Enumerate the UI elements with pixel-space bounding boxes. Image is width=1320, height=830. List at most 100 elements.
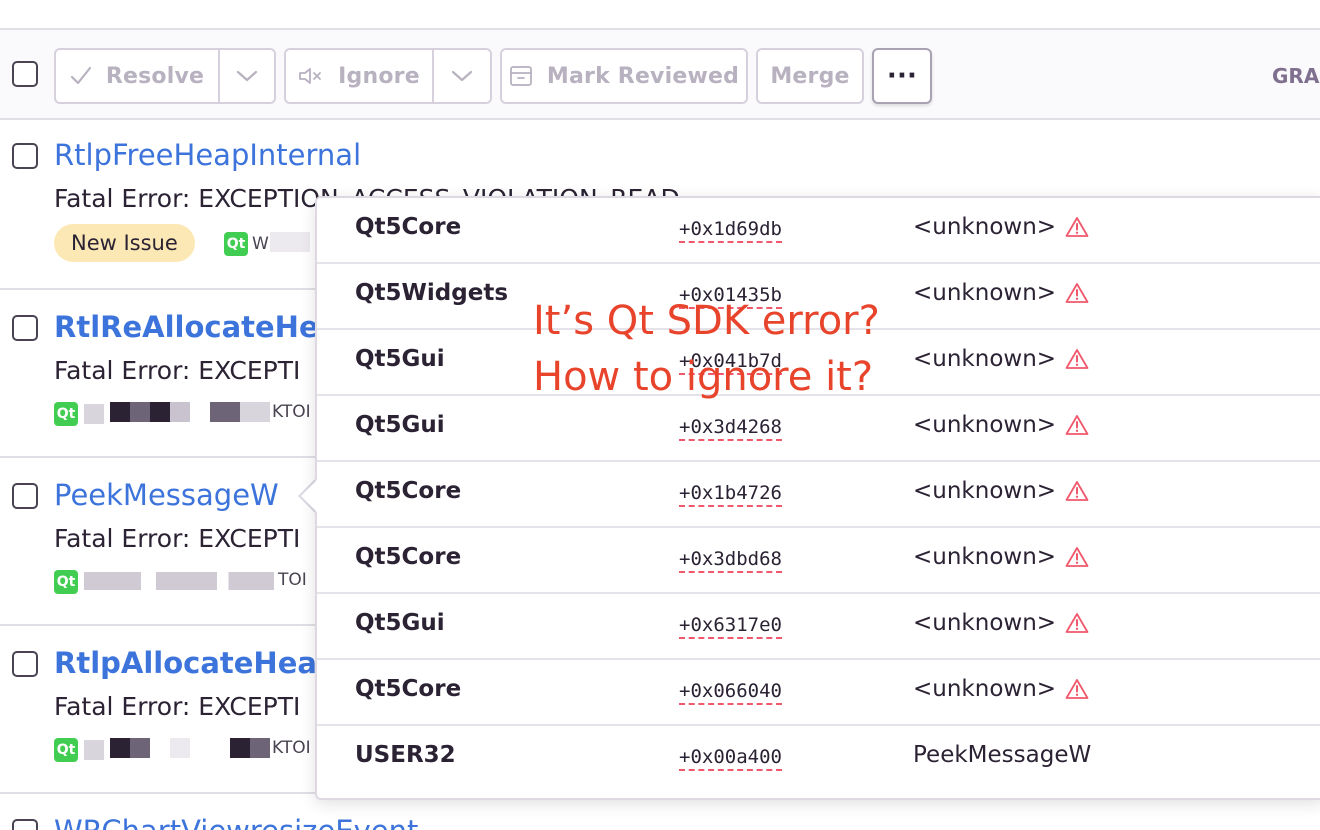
issue-title-link[interactable]: RtlpFreeHeapInternal (54, 138, 361, 172)
chevron-down-icon (236, 64, 258, 89)
stack-frame-row: Qt5Core +0x1d69db <unknown> (317, 198, 1320, 264)
issue-meta: W (252, 234, 269, 254)
warning-triangle-icon (1065, 414, 1089, 436)
frame-function-text: <unknown> (913, 280, 1057, 306)
redacted-block (84, 404, 104, 424)
frame-package: Qt5Gui (355, 346, 445, 372)
issue-title-link[interactable]: RtlpAllocateHeap (54, 646, 338, 680)
frame-address: +0x3d4268 (679, 416, 782, 441)
redacted-block (84, 740, 104, 760)
frame-package: USER32 (355, 742, 456, 768)
qt-platform-icon: Qt (224, 232, 248, 256)
annotation-line-1: It’s Qt SDK error? (533, 298, 880, 344)
warning-triangle-icon (1065, 546, 1089, 568)
warning-triangle-icon (1065, 282, 1089, 304)
redacted-block (110, 402, 190, 422)
merge-label: Merge (770, 63, 850, 89)
stack-frame-row: Qt5Gui +0x3d4268 <unknown> (317, 396, 1320, 462)
stack-frame-row: Qt5Core +0x3dbd68 <unknown> (317, 528, 1320, 594)
frame-function: <unknown> (913, 676, 1089, 702)
issue-title-link[interactable]: WRChartViewresizeEvent (54, 814, 418, 830)
ignore-dropdown-button[interactable] (432, 48, 492, 104)
issue-checkbox[interactable] (12, 483, 38, 509)
merge-button[interactable]: Merge (756, 48, 864, 104)
frame-address: +0x6317e0 (679, 614, 782, 639)
redacted-block (270, 232, 310, 252)
resolve-label: Resolve (105, 63, 205, 89)
stack-frame-row: USER32 +0x00a400 PeekMessageW (317, 726, 1320, 792)
popover-arrow-fill (301, 480, 317, 512)
frame-function-text: <unknown> (913, 214, 1057, 240)
inbox-icon (509, 65, 533, 87)
frame-address: +0x066040 (679, 680, 782, 705)
redacted-block (170, 738, 190, 758)
bulk-actions-toolbar: Resolve Ignore Mark Reviewed Merge ··· G… (0, 28, 1320, 120)
warning-triangle-icon (1065, 480, 1089, 502)
issue-checkbox[interactable] (12, 819, 38, 830)
frame-package: Qt5Widgets (355, 280, 509, 306)
issue-meta: KTOI (272, 402, 311, 422)
ellipsis-icon: ··· (886, 61, 918, 91)
checkmark-icon (70, 66, 92, 86)
graph-column-header: GRA (1272, 64, 1320, 88)
more-actions-button[interactable]: ··· (872, 48, 932, 104)
frame-function: <unknown> (913, 214, 1089, 240)
resolve-dropdown-button[interactable] (218, 48, 276, 104)
warning-triangle-icon (1065, 612, 1089, 634)
mark-reviewed-label: Mark Reviewed (546, 63, 740, 89)
redacted-block (210, 402, 270, 422)
frame-function: <unknown> (913, 544, 1089, 570)
qt-platform-icon: Qt (54, 402, 78, 426)
frame-address: +0x3dbd68 (679, 548, 782, 573)
mute-icon (298, 66, 324, 86)
select-all-checkbox[interactable] (12, 61, 38, 87)
redacted-block (110, 738, 150, 758)
frame-address: +0x1d69db (679, 218, 782, 243)
frame-function-text: <unknown> (913, 544, 1057, 570)
qt-platform-icon: Qt (54, 570, 78, 594)
issue-title-link[interactable]: RtlReAllocateHea (54, 310, 338, 344)
frame-function-text: <unknown> (913, 676, 1057, 702)
issue-subtitle: Fatal Error: EXCEPTI (54, 692, 301, 721)
ignore-button[interactable]: Ignore (284, 48, 434, 104)
issue-meta: KTOI (272, 738, 311, 758)
issue-checkbox[interactable] (12, 651, 38, 677)
frame-address: +0x1b4726 (679, 482, 782, 507)
frame-function: <unknown> (913, 346, 1089, 372)
frame-function: <unknown> (913, 610, 1089, 636)
frame-function: <unknown> (913, 280, 1089, 306)
frame-function-text: <unknown> (913, 610, 1057, 636)
issue-meta: TOI (278, 570, 307, 590)
frame-package: Qt5Gui (355, 610, 445, 636)
frame-package: Qt5Core (355, 478, 462, 504)
warning-triangle-icon (1065, 678, 1089, 700)
frame-package: Qt5Core (355, 544, 462, 570)
issue-subtitle: Fatal Error: EXCEPTI (54, 524, 301, 553)
stack-frame-row: Qt5Gui +0x6317e0 <unknown> (317, 594, 1320, 660)
redacted-block (84, 572, 274, 590)
issue-subtitle: Fatal Error: EXCEPTI (54, 356, 301, 385)
frame-function-text: <unknown> (913, 346, 1057, 372)
issue-checkbox[interactable] (12, 315, 38, 341)
frame-package: Qt5Core (355, 676, 462, 702)
stack-frame-row: Qt5Core +0x1b4726 <unknown> (317, 462, 1320, 528)
warning-triangle-icon (1065, 348, 1089, 370)
frame-function: <unknown> (913, 412, 1089, 438)
stack-frame-row: Qt5Core +0x066040 <unknown> (317, 660, 1320, 726)
warning-triangle-icon (1065, 216, 1089, 238)
frame-function-text: <unknown> (913, 412, 1057, 438)
frame-package: Qt5Gui (355, 412, 445, 438)
frame-function: PeekMessageW (913, 742, 1091, 768)
frame-function-text: <unknown> (913, 478, 1057, 504)
qt-platform-icon: Qt (54, 738, 78, 762)
annotation-line-2: How to ignore it? (533, 354, 874, 400)
resolve-button[interactable]: Resolve (54, 48, 220, 104)
frame-address: +0x00a400 (679, 746, 782, 771)
issue-title-link[interactable]: PeekMessageW (54, 478, 279, 512)
issues-page: Resolve Ignore Mark Reviewed Merge ··· G… (0, 0, 1320, 830)
frame-function: <unknown> (913, 478, 1089, 504)
chevron-down-icon (451, 64, 473, 89)
issue-checkbox[interactable] (12, 143, 38, 169)
frame-package: Qt5Core (355, 214, 462, 240)
mark-reviewed-button[interactable]: Mark Reviewed (500, 48, 748, 104)
